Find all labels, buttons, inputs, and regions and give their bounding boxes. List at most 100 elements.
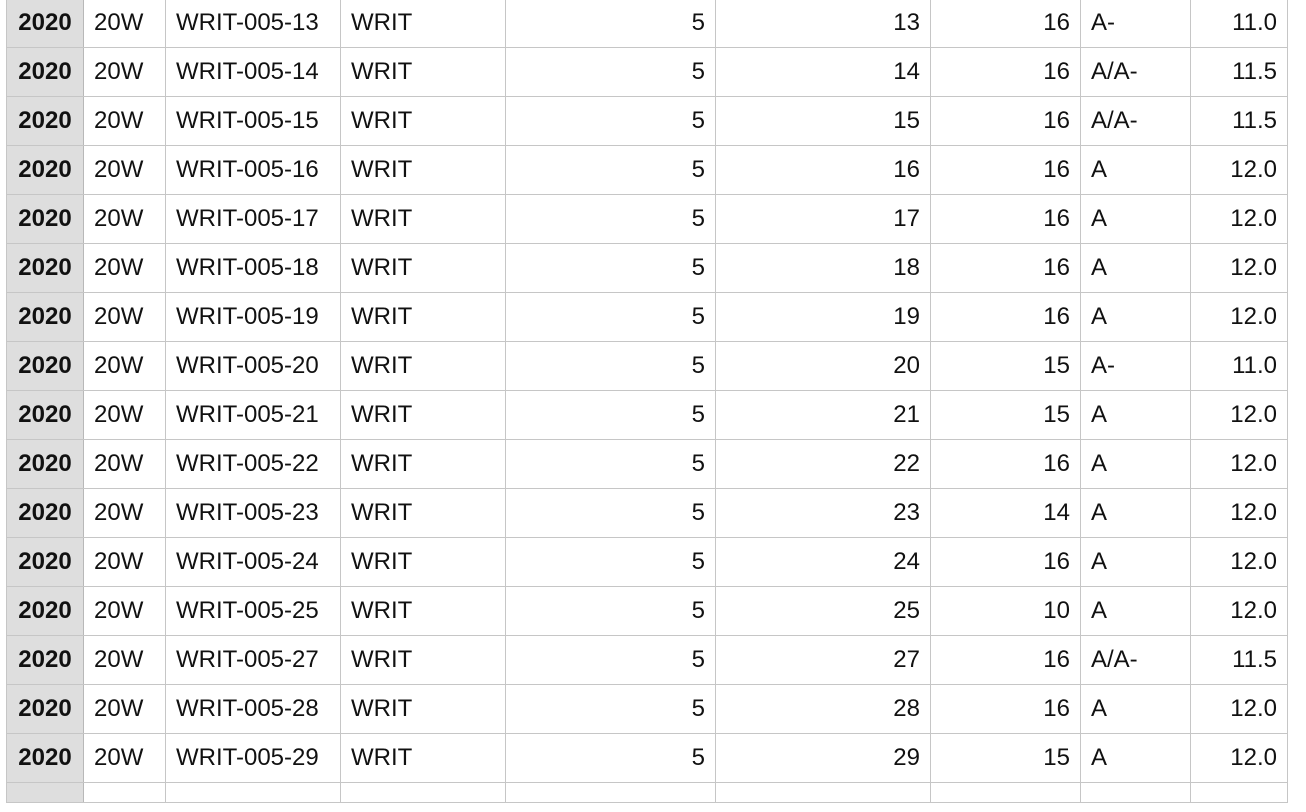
col-7-cell[interactable]: 16 [930,145,1081,195]
subject-cell[interactable]: WRIT [340,243,506,293]
subject-cell[interactable]: WRIT [340,341,506,391]
col-7-cell[interactable]: 15 [930,733,1081,783]
col-6-cell[interactable]: 17 [715,194,931,244]
row-header-year-cell[interactable]: 2020 [6,390,84,440]
grade-cell[interactable]: A- [1080,0,1191,48]
term-cell[interactable]: 20W [83,684,166,734]
grade-cell[interactable]: A/A- [1080,47,1191,97]
subject-cell[interactable]: WRIT [340,145,506,195]
col-6-cell[interactable]: 24 [715,537,931,587]
grade-cell[interactable]: A [1080,194,1191,244]
table-row[interactable]: 2020 20W WRIT-005-19 WRIT 5 19 16 A 12.0 [6,292,1288,342]
points-cell[interactable]: 12.0 [1190,243,1288,293]
col-6-cell[interactable]: 13 [715,0,931,48]
subject-cell[interactable]: WRIT [340,684,506,734]
col-5-cell[interactable]: 5 [505,47,716,97]
table-row[interactable]: 2020 20W WRIT-005-16 WRIT 5 16 16 A 12.0 [6,145,1288,195]
points-cell[interactable]: 12.0 [1190,684,1288,734]
table-row[interactable]: 2020 20W WRIT-005-27 WRIT 5 27 16 A/A- 11.5 [6,635,1288,685]
table-row[interactable]: 2020 20W WRIT-005-23 WRIT 5 23 14 A 12.0 [6,488,1288,538]
section-cell[interactable]: WRIT-005-24 [165,537,341,587]
row-header-year-cell[interactable]: 2020 [6,488,84,538]
term-cell[interactable]: 20W [83,390,166,440]
subject-cell[interactable]: WRIT [340,47,506,97]
points-cell[interactable]: 12.0 [1190,733,1288,783]
subject-cell[interactable]: WRIT [340,733,506,783]
section-cell[interactable]: WRIT-005-20 [165,341,341,391]
grade-cell[interactable]: A [1080,586,1191,636]
col-6-cell[interactable]: 20 [715,341,931,391]
col-7-cell[interactable]: 14 [930,488,1081,538]
col-5-cell[interactable]: 5 [505,537,716,587]
points-cell[interactable]: 12.0 [1190,292,1288,342]
row-header-year-cell[interactable]: 2020 [6,341,84,391]
points-cell[interactable]: 12.0 [1190,537,1288,587]
col-7-cell[interactable]: 16 [930,537,1081,587]
points-cell[interactable]: 11.5 [1190,47,1288,97]
col-6-cell[interactable]: 14 [715,47,931,97]
col-5-cell[interactable]: 5 [505,0,716,48]
col-6-cell[interactable]: 27 [715,635,931,685]
table-row[interactable]: 2020 20W WRIT-005-25 WRIT 5 25 10 A 12.0 [6,586,1288,636]
col-7-cell[interactable]: 16 [930,635,1081,685]
col-7-cell[interactable]: 16 [930,194,1081,244]
row-header-year-cell[interactable]: 2020 [6,96,84,146]
grade-cell[interactable]: A [1080,488,1191,538]
points-cell[interactable]: 12.0 [1190,439,1288,489]
section-cell[interactable]: WRIT-005-21 [165,390,341,440]
section-cell[interactable]: WRIT-005-19 [165,292,341,342]
section-cell[interactable]: WRIT-005-28 [165,684,341,734]
col-6-cell[interactable]: 23 [715,488,931,538]
section-cell[interactable]: WRIT-005-13 [165,0,341,48]
table-row[interactable]: 2020 20W WRIT-005-13 WRIT 5 13 16 A- 11.0 [6,0,1288,48]
col-6-cell[interactable]: 22 [715,439,931,489]
col-5-cell[interactable]: 5 [505,390,716,440]
col-5-cell[interactable]: 5 [505,243,716,293]
subject-cell[interactable]: WRIT [340,292,506,342]
table-row[interactable]: 2020 20W WRIT-005-28 WRIT 5 28 16 A 12.0 [6,684,1288,734]
subject-cell[interactable]: WRIT [340,488,506,538]
term-cell[interactable]: 20W [83,733,166,783]
points-cell[interactable]: 12.0 [1190,586,1288,636]
section-cell[interactable]: WRIT-005-14 [165,47,341,97]
grade-cell[interactable]: A [1080,439,1191,489]
subject-cell[interactable]: WRIT [340,537,506,587]
row-header-year-cell[interactable]: 2020 [6,292,84,342]
points-cell[interactable]: 11.5 [1190,96,1288,146]
col-5-cell[interactable]: 5 [505,586,716,636]
grade-cell[interactable]: A [1080,733,1191,783]
section-cell[interactable]: WRIT-005-25 [165,586,341,636]
col-6-cell[interactable]: 18 [715,243,931,293]
grade-cell[interactable]: A/A- [1080,635,1191,685]
term-cell[interactable]: 20W [83,439,166,489]
col-7-cell[interactable]: 16 [930,0,1081,48]
col-6-cell[interactable]: 15 [715,96,931,146]
col-7-cell[interactable]: 16 [930,243,1081,293]
col-6-cell[interactable]: 16 [715,145,931,195]
col-6-cell[interactable]: 29 [715,733,931,783]
subject-cell[interactable]: WRIT [340,96,506,146]
subject-cell[interactable]: WRIT [340,0,506,48]
points-cell[interactable]: 12.0 [1190,194,1288,244]
section-cell[interactable]: WRIT-005-27 [165,635,341,685]
grade-cell[interactable]: A [1080,292,1191,342]
col-5-cell[interactable]: 5 [505,733,716,783]
grade-cell[interactable]: A [1080,684,1191,734]
table-row[interactable]: 2020 20W WRIT-005-15 WRIT 5 15 16 A/A- 11.5 [6,96,1288,146]
col-5-cell[interactable]: 5 [505,145,716,195]
table-row[interactable]: 2020 20W WRIT-005-22 WRIT 5 22 16 A 12.0 [6,439,1288,489]
col-5-cell[interactable]: 5 [505,341,716,391]
grade-cell[interactable]: A- [1080,341,1191,391]
grade-cell[interactable]: A [1080,243,1191,293]
col-7-cell[interactable]: 15 [930,341,1081,391]
points-cell[interactable]: 11.0 [1190,0,1288,48]
table-row[interactable]: 2020 20W WRIT-005-29 WRIT 5 29 15 A 12.0 [6,733,1288,783]
row-header-year-cell[interactable]: 2020 [6,0,84,48]
term-cell[interactable]: 20W [83,488,166,538]
col-6-cell[interactable]: 28 [715,684,931,734]
section-cell[interactable]: WRIT-005-18 [165,243,341,293]
table-row[interactable]: 2020 20W WRIT-005-17 WRIT 5 17 16 A 12.0 [6,194,1288,244]
row-header-year-cell[interactable]: 2020 [6,684,84,734]
subject-cell[interactable]: WRIT [340,194,506,244]
term-cell[interactable]: 20W [83,194,166,244]
